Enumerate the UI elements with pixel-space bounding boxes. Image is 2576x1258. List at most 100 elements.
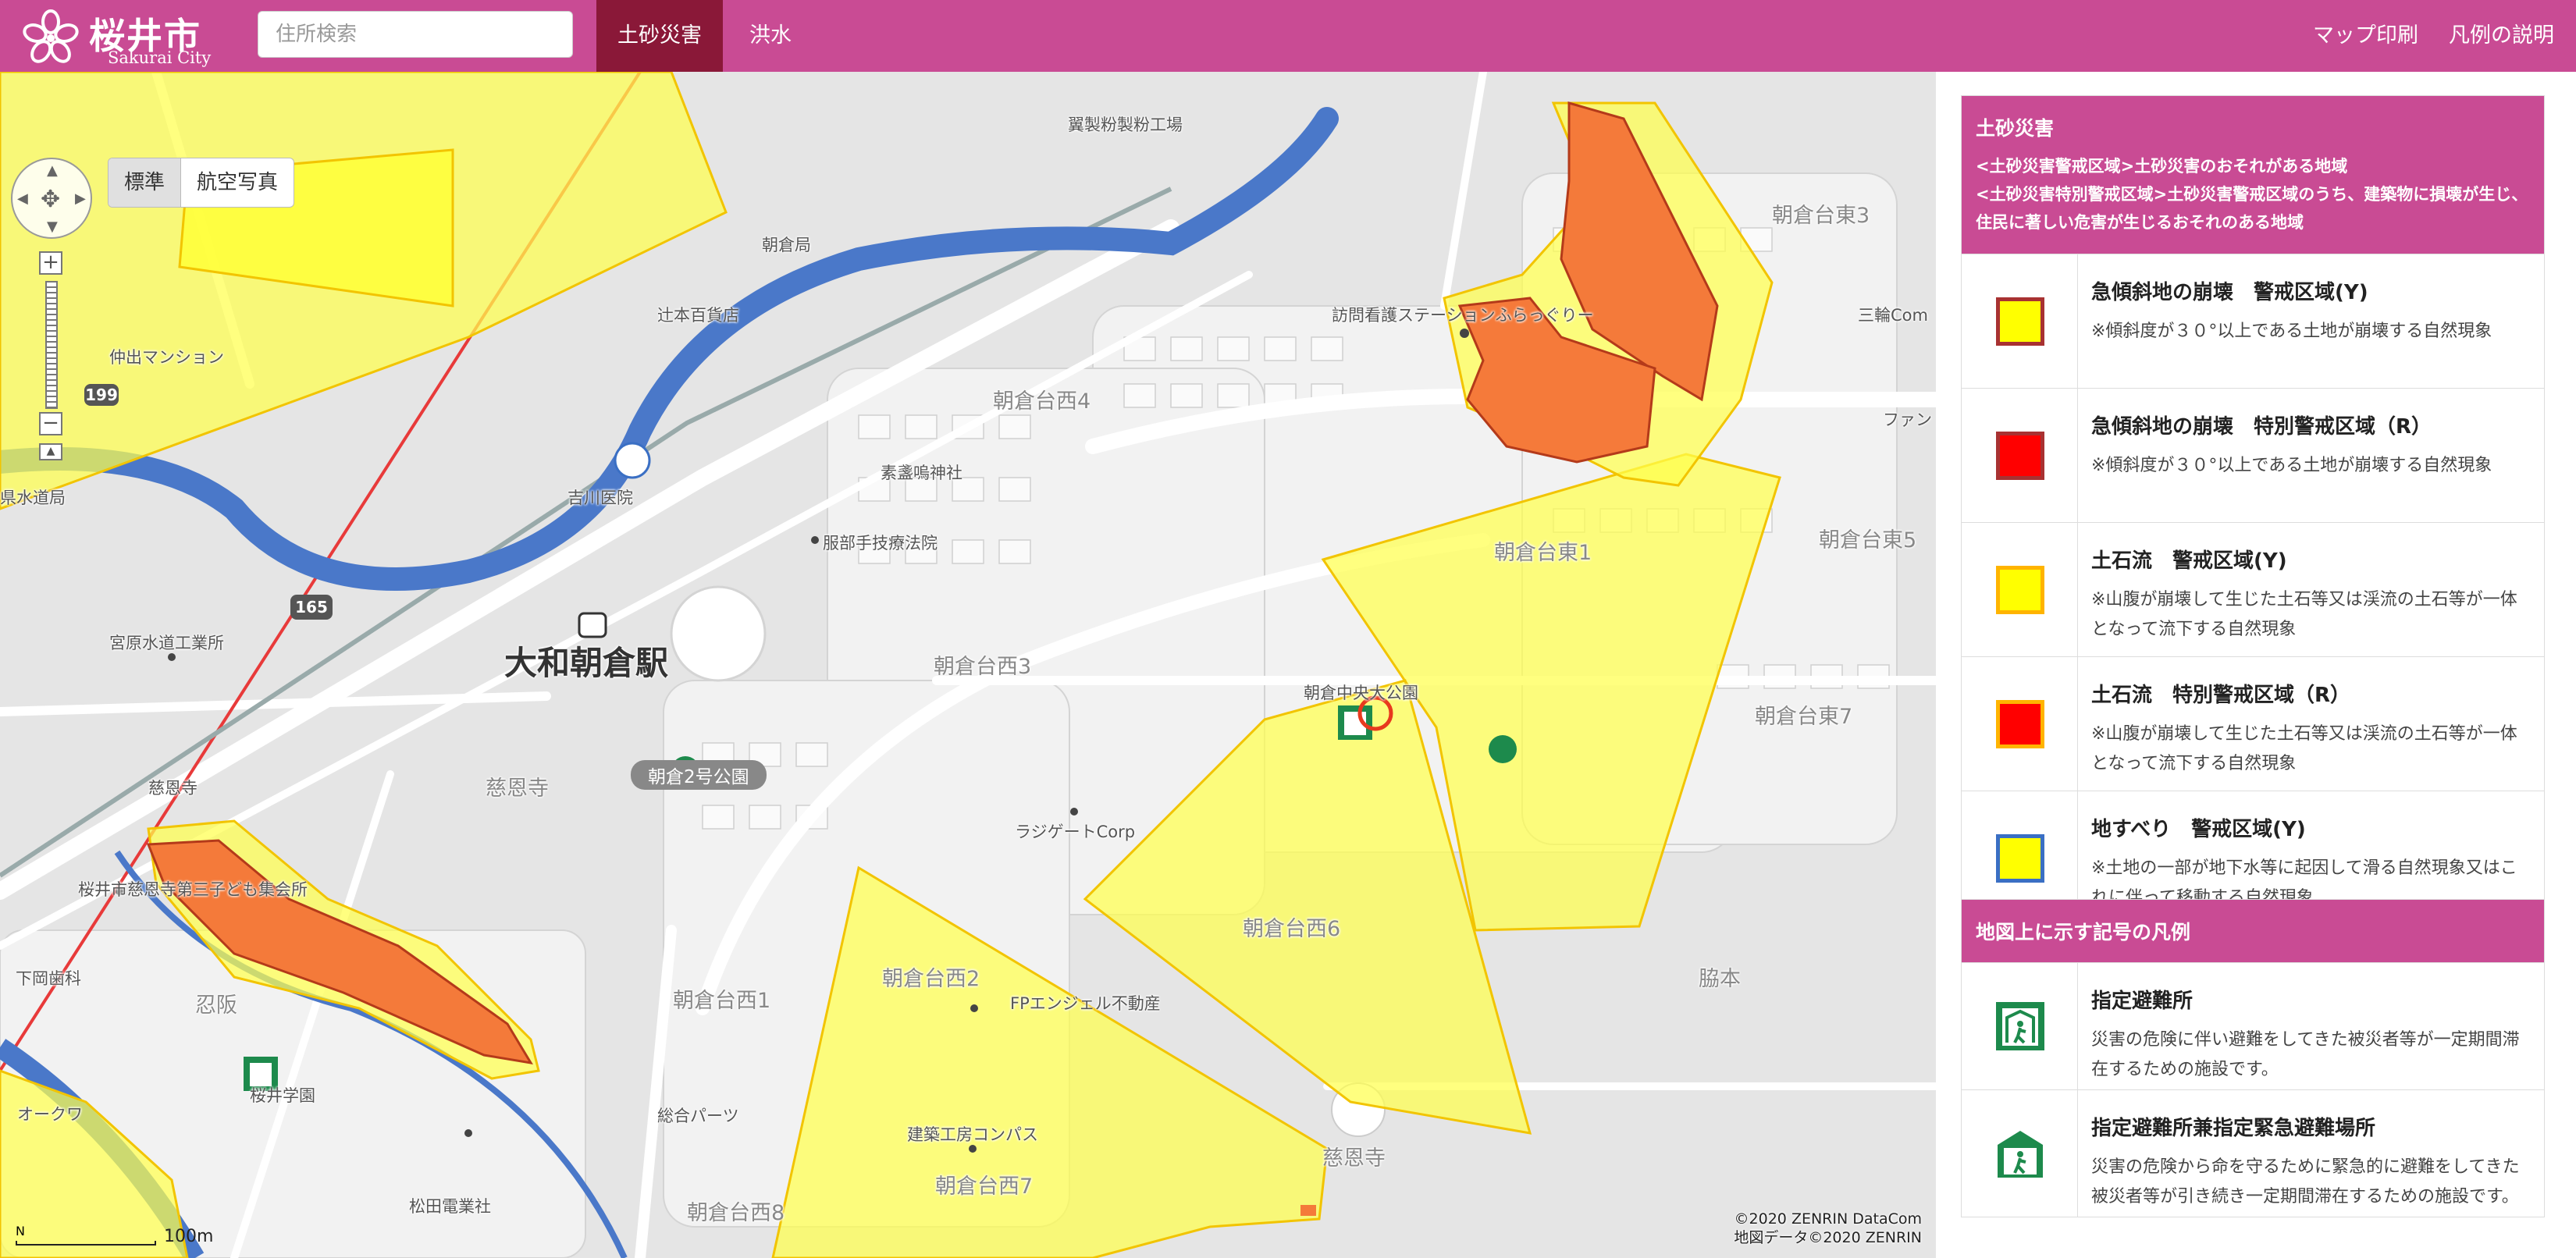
map-label-water-works: 県水道局 — [0, 489, 66, 507]
map-label-factory: 翼製粉製粉工場 — [1068, 115, 1183, 134]
legend-row-shelter: 指定避難所 災害の危険に伴い避難をしてきた被災者等が一定期間滞在するための施設で… — [1962, 962, 2544, 1089]
map-label-higashi7: 朝倉台東7 — [1755, 705, 1853, 729]
legend-row-debris-red: 土石流 特別警戒区域（R） ※山腹が崩壊して生じた土石等又は渓流の土石等が一体と… — [1962, 656, 2544, 791]
legend-note: <土砂災害特別警戒区域>土砂災害警戒区域のうち、建築物に損壊が生じ、住民に著しい… — [1976, 185, 2528, 232]
map-label-wakimoto: 脇本 — [1699, 967, 1741, 991]
legend-row-desc: ※傾斜度が３０°以上である土地が崩壊する自然現象 — [2091, 456, 2492, 475]
map-label-nishi6: 朝倉台西6 — [1243, 917, 1341, 941]
legend-row-title: 指定避難所 — [2091, 990, 2194, 1013]
map-label-architect: 建築工房コンパス — [907, 1125, 1038, 1144]
map-label-realestate: FPエンジェル不動産 — [1010, 994, 1161, 1013]
map-print-link[interactable]: マップ印刷 — [2291, 0, 2440, 72]
map-label-nursing-station: 訪問看護ステーションふらっぐりー — [1332, 306, 1594, 325]
map-label-higashi3: 朝倉台東3 — [1772, 204, 1870, 228]
north-indicator: N — [16, 1224, 25, 1238]
legend-help-link[interactable]: 凡例の説明 — [2427, 0, 2576, 72]
map-label-mansion: 仲出マンション — [109, 348, 224, 367]
landslip-yellow-swatch — [1996, 833, 2044, 883]
pan-left-icon[interactable]: ◀ — [17, 190, 28, 207]
tab-flood-label: 洪水 — [749, 23, 792, 48]
map-label-fan: ファン — [1883, 410, 1932, 429]
map-label-higashi1: 朝倉台東1 — [1494, 541, 1592, 565]
legend-row-desc: ※山腹が崩壊して生じた土石等又は渓流の土石等が一体となって流下する自然現象 — [2091, 590, 2517, 639]
landslide-legend-card: 土砂災害 <土砂災害警戒区域>土砂災害のおそれがある地域 <土砂災害特別警戒区域… — [1961, 95, 2545, 926]
zoom-control: + − ▲ — [39, 251, 62, 462]
debris-flow-red-swatch — [1996, 699, 2044, 748]
symbol-legend-title: 地図上に示す記号の凡例 — [1976, 921, 2191, 944]
legend-row-title: 地すべり 警戒区域(Y) — [2091, 818, 2306, 841]
map-label-nishi2: 朝倉台西2 — [882, 967, 980, 991]
attribution-line: ©2020 ZENRIN DataCom — [1734, 1210, 1922, 1228]
pan-right-icon[interactable]: ▶ — [75, 190, 86, 207]
legend-row-desc: 災害の危険から命を守るために緊急的に避難をしてきた被災者等が引き続き一定期間滞在… — [2091, 1157, 2520, 1206]
city-logo[interactable]: 桜井市 Sakurai City — [22, 6, 225, 67]
scale-line — [16, 1241, 156, 1246]
map-label-station: 大和朝倉駅 — [504, 644, 669, 682]
pan-down-icon[interactable]: ▼ — [47, 219, 58, 235]
map-label-community-hall: 桜井市慈恩寺第三子ども集会所 — [78, 880, 308, 899]
map-label-nishi7: 朝倉台西7 — [935, 1174, 1034, 1199]
map-label-parts: 総合パーツ — [657, 1107, 739, 1125]
map-label-clinic: 吉川医院 — [568, 489, 633, 507]
map-label-nishi1: 朝倉台西1 — [673, 989, 771, 1013]
shelter-marker-1 — [1338, 705, 1372, 740]
tab-flood[interactable]: 洪水 — [728, 0, 821, 112]
svg-text:199: 199 — [85, 386, 118, 404]
legend-row-desc: ※傾斜度が３０°以上である土地が崩壊する自然現象 — [2091, 322, 2492, 341]
map-canvas[interactable]: 199 165 翼製粉製粉工場 朝倉台東3 朝倉局 辻本百貨店 訪問看護ステーシ… — [0, 72, 1936, 1258]
map-label-miwa: 三輪Com — [1858, 306, 1928, 325]
map-label-radiate: ラジゲートCorp — [1015, 823, 1136, 841]
map-label-nishi8: 朝倉台西8 — [687, 1201, 785, 1225]
landslide-legend-header: 土砂災害 <土砂災害警戒区域>土砂災害のおそれがある地域 <土砂災害特別警戒区域… — [1962, 96, 2544, 254]
symbol-legend-card: 地図上に示す記号の凡例 指定避難所 災害の危険に伴い避難をしてきた被災者等が一定… — [1961, 899, 2545, 1217]
map-label-nishi4: 朝倉台西4 — [993, 389, 1091, 414]
map-label-jionji-temple: 慈恩寺 — [148, 779, 197, 798]
map-label-okuwa: オークワ — [17, 1105, 83, 1124]
sakura-logo-icon — [23, 9, 79, 63]
aerial-photo-button[interactable]: 航空写真 — [181, 158, 294, 207]
pan-up-icon[interactable]: ▲ — [47, 162, 58, 179]
tab-landslide[interactable]: 土砂災害 — [596, 0, 723, 72]
map-label-electric: 松田電業社 — [409, 1197, 491, 1216]
legend-row-emergency-shelter: 指定避難所兼指定緊急避難場所 災害の危険から命を守るために緊急的に避難をしてきた… — [1962, 1089, 2544, 1217]
map-label-post-office: 朝倉局 — [762, 236, 811, 254]
standard-map-button[interactable]: 標準 — [109, 158, 182, 207]
legend-row-steep-yellow: 急傾斜地の崩壊 警戒区域(Y) ※傾斜度が３０°以上である土地が崩壊する自然現象 — [1962, 254, 2544, 388]
logo-text-en: Sakurai City — [108, 48, 212, 67]
legend-panel[interactable]: 土砂災害 <土砂災害警戒区域>土砂災害のおそれがある地域 <土砂災害特別警戒区域… — [1936, 72, 2576, 1258]
zoom-in-button[interactable]: + — [39, 251, 62, 275]
map-label-jionji-south: 慈恩寺 — [1322, 1146, 1386, 1171]
zoom-out-button[interactable]: − — [39, 412, 62, 435]
legend-row-desc: 災害の危険に伴い避難をしてきた被災者等が一定期間滞在するための施設です。 — [2091, 1030, 2520, 1079]
legend-row-title: 急傾斜地の崩壊 特別警戒区域（R） — [2091, 415, 2432, 439]
pan-center-icon[interactable]: ✥ — [41, 186, 60, 213]
symbol-legend-header: 地図上に示す記号の凡例 — [1962, 900, 2544, 962]
legend-row-debris-yellow: 土石流 警戒区域(Y) ※山腹が崩壊して生じた土石等又は渓流の土石等が一体となっ… — [1962, 522, 2544, 656]
map-label-park2: 朝倉2号公園 — [631, 760, 767, 790]
legend-row-title: 土石流 特別警戒区域（R） — [2091, 684, 2351, 707]
address-search-input[interactable] — [258, 11, 573, 58]
base-map-toggle: 標準 航空写真 — [108, 158, 295, 208]
legend-row-title: 急傾斜地の崩壊 警戒区域(Y) — [2091, 281, 2368, 304]
legend-row-title: 指定避難所兼指定緊急避難場所 — [2091, 1117, 2376, 1140]
map-label-jionji: 慈恩寺 — [486, 776, 549, 801]
shelter-icon — [1996, 1002, 2044, 1050]
legend-row-desc: ※山腹が崩壊して生じた土石等又は渓流の土石等が一体となって流下する自然現象 — [2091, 724, 2517, 773]
map-attribution: ©2020 ZENRIN DataCom 地図データ©2020 ZENRIN — [1734, 1210, 1922, 1247]
zoom-slider[interactable] — [45, 281, 58, 409]
scale-bar: N 100m — [16, 1224, 213, 1250]
map-label-shrine: 素盞嗚神社 — [881, 464, 962, 482]
zoom-home-icon[interactable]: ▲ — [39, 443, 62, 460]
header-bar: 桜井市 Sakurai City 土砂災害 洪水 マップ印刷 凡例の説明 — [0, 0, 2576, 112]
map-label-oshizaka: 忍阪 — [195, 993, 237, 1018]
map-label-school: 桜井学園 — [250, 1086, 315, 1105]
map-pan-control[interactable]: ▲ ▼ ◀ ▶ ✥ — [11, 158, 92, 239]
debris-flow-yellow-swatch — [1996, 565, 2044, 614]
scale-label: 100m — [164, 1227, 214, 1246]
legend-note: <土砂災害警戒区域>土砂災害のおそれがある地域 — [1976, 157, 2348, 176]
emergency-shelter-icon — [1998, 1131, 2043, 1178]
map-label-dental: 下岡歯科 — [16, 969, 81, 988]
map-label-therapy: 服部手技療法院 — [823, 534, 938, 553]
svg-text:165: 165 — [295, 598, 328, 617]
steep-slope-red-swatch — [1996, 431, 2044, 480]
